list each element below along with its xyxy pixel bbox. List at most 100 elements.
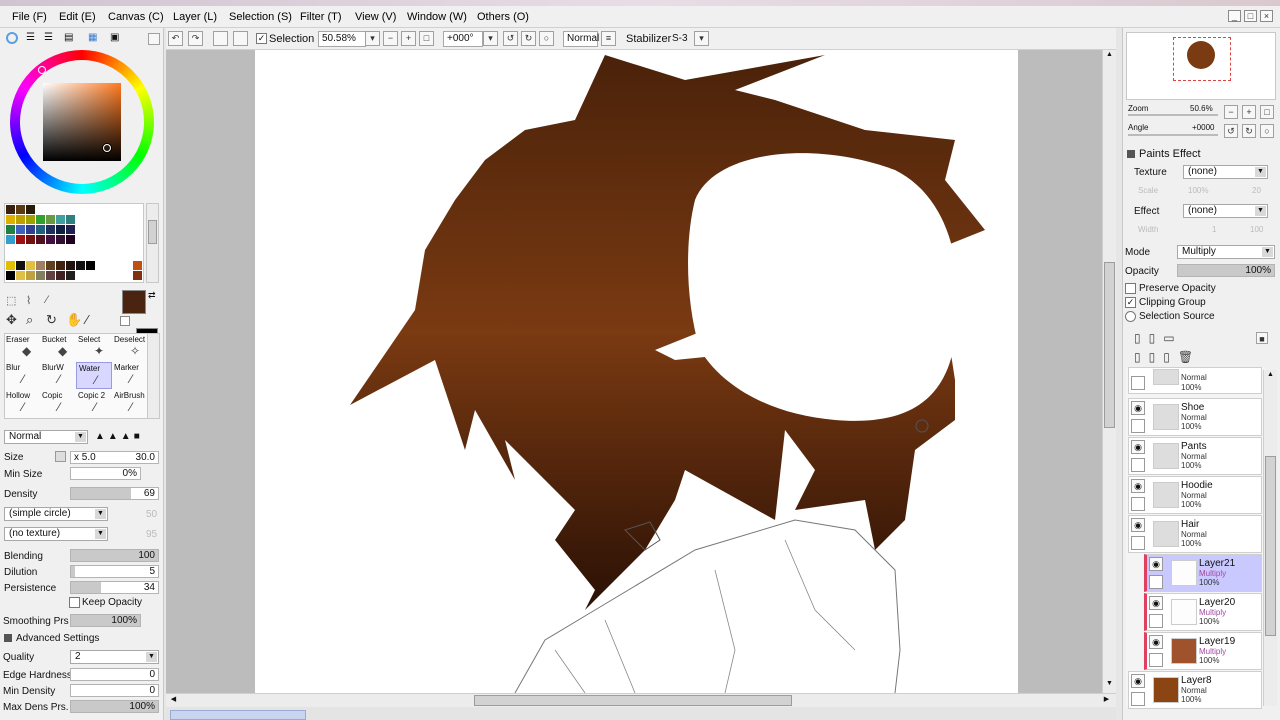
edge-hardness-slider[interactable]: 0 <box>70 668 159 681</box>
layer-scroll-thumb[interactable] <box>1265 456 1276 636</box>
clear-layer-icon[interactable]: ▯ <box>1163 350 1178 364</box>
tool-water[interactable]: Water ⁄ <box>76 362 112 389</box>
menu-selection[interactable]: Selection (S) <box>229 11 292 23</box>
quality-dropdown[interactable]: 2 ▼ <box>70 650 159 664</box>
scroll-up-icon[interactable]: ▲ <box>1104 51 1115 62</box>
magic-wand-icon[interactable]: ⁄ <box>46 294 48 306</box>
swatch-scrollbar[interactable] <box>146 203 159 283</box>
layer-lock-box[interactable] <box>1149 614 1163 628</box>
flip-icon[interactable]: ≡ <box>601 31 616 46</box>
visibility-eye-icon[interactable]: ◉ <box>1149 557 1163 571</box>
merge-down-icon[interactable]: ▯ <box>1149 350 1164 364</box>
dilution-slider[interactable]: 5 <box>70 565 159 578</box>
visibility-eye-icon[interactable]: ◉ <box>1131 479 1145 493</box>
menu-view[interactable]: View (V) <box>355 11 396 23</box>
swatch-tab-icon[interactable]: ▦ <box>88 32 97 43</box>
scroll-left-icon[interactable]: ◀ <box>168 695 179 706</box>
tool-copic-2[interactable]: Copic 2 ⁄ <box>76 390 112 417</box>
menu-filter[interactable]: Filter (T) <box>300 11 342 23</box>
layer-row[interactable]: Normal 100% <box>1128 367 1262 394</box>
nav-zoom-in-icon[interactable]: + <box>1242 105 1256 119</box>
layer-row[interactable]: ◉ Hair Normal 100% <box>1128 515 1262 553</box>
tool-blurw[interactable]: BlurW ⁄ <box>40 362 76 389</box>
move-icon[interactable]: ✥ <box>6 312 17 328</box>
menu-window[interactable]: Window (W) <box>407 11 467 23</box>
menu-others[interactable]: Others (O) <box>477 11 529 23</box>
tool-copic[interactable]: Copic ⁄ <box>40 390 76 417</box>
blending-slider[interactable]: 100 <box>70 549 159 562</box>
tool-hollow[interactable]: Hollow ⁄ <box>4 390 40 417</box>
stabilizer-dropdown-icon[interactable]: ▾ <box>694 31 709 46</box>
nav-zoom-slider[interactable] <box>1128 114 1218 116</box>
undo-icon[interactable]: ↶ <box>168 31 183 46</box>
zoom-out-icon[interactable]: − <box>383 31 398 46</box>
swap-colors-icon[interactable]: ⇄ <box>148 290 156 301</box>
close-icon[interactable]: × <box>1260 10 1273 22</box>
new-linework-layer-icon[interactable]: ▯ <box>1149 331 1164 345</box>
tool-grid-scrollbar[interactable] <box>147 333 160 419</box>
rotate-left-icon[interactable]: ↺ <box>503 31 518 46</box>
color-picker-marker[interactable] <box>103 144 111 152</box>
clipping-group-checkbox[interactable]: ✓ <box>1125 297 1136 308</box>
menu-canvas[interactable]: Canvas (C) <box>108 11 164 23</box>
zoom-dropdown-icon[interactable]: ▾ <box>365 31 380 46</box>
menu-layer[interactable]: Layer (L) <box>173 11 217 23</box>
zoom-reset-icon[interactable]: □ <box>419 31 434 46</box>
tool-eraser[interactable]: Eraser ◆ <box>4 334 40 361</box>
drawing-canvas[interactable] <box>255 50 1018 694</box>
tool-blur[interactable]: Blur ⁄ <box>4 362 40 389</box>
new-layer-icon[interactable]: ▯ <box>1134 331 1149 345</box>
panel-collapse-icon[interactable] <box>148 33 160 45</box>
new-folder-icon[interactable]: ▭ <box>1163 331 1182 345</box>
layer-lock-box[interactable] <box>1131 376 1145 390</box>
restore-icon[interactable]: □ <box>1244 10 1257 22</box>
visibility-eye-icon[interactable]: ◉ <box>1131 440 1145 454</box>
visibility-eye-icon[interactable]: ◉ <box>1131 518 1145 532</box>
keep-opacity-checkbox[interactable] <box>69 597 80 608</box>
zoom-tool-icon[interactable]: ⌕ <box>26 312 33 328</box>
color-wheel[interactable] <box>10 50 154 194</box>
brush-texture-dropdown[interactable]: (no texture) ▼ <box>4 527 108 541</box>
brush-shape-icons[interactable]: ▲▲▲■ <box>95 431 143 442</box>
brush-blend-dropdown[interactable]: Normal ▼ <box>4 430 88 444</box>
tool-bucket[interactable]: Bucket ◆ <box>40 334 76 361</box>
preserve-opacity-checkbox[interactable] <box>1125 283 1136 294</box>
visibility-eye-icon[interactable]: ◉ <box>1149 635 1163 649</box>
nav-zoom-out-icon[interactable]: − <box>1224 105 1238 119</box>
horizontal-scroll-thumb[interactable] <box>474 695 792 706</box>
minimize-icon[interactable]: _ <box>1228 10 1241 22</box>
color-wheel-tab-icon[interactable] <box>6 32 18 44</box>
persistence-slider[interactable]: 34 <box>70 581 159 594</box>
selection-source-radio[interactable] <box>1125 311 1136 322</box>
layer-lock-box[interactable] <box>1131 692 1145 706</box>
canvas-horizontal-scrollbar[interactable]: ◀ ▶ <box>166 693 1116 707</box>
primary-color[interactable] <box>122 290 146 314</box>
layer-mode-dropdown[interactable]: Multiply ▼ <box>1177 245 1275 259</box>
tool-select[interactable]: Select ✦ <box>76 334 112 361</box>
texture-dropdown[interactable]: (none) ▼ <box>1183 165 1268 179</box>
rotate-tool-icon[interactable]: ↻ <box>46 312 57 328</box>
layer-row[interactable]: ◉ Layer19 Multiply 100% <box>1144 632 1262 670</box>
menu-file[interactable]: File (F) <box>12 11 47 23</box>
rotate-right-icon[interactable]: ↻ <box>521 31 536 46</box>
layer-list-scrollbar[interactable]: ▲ <box>1263 370 1277 706</box>
layer-lock-box[interactable] <box>1131 497 1145 511</box>
vertical-scroll-thumb[interactable] <box>1104 262 1115 428</box>
nav-rotate-right-icon[interactable]: ↻ <box>1242 124 1256 138</box>
density-slider[interactable]: 69 <box>70 487 159 500</box>
visibility-eye-icon[interactable]: ◉ <box>1131 401 1145 415</box>
min-density-slider[interactable]: 0 <box>70 684 159 697</box>
paints-effect-collapse-icon[interactable] <box>1127 150 1135 158</box>
delete-layer-icon[interactable]: 🗑 <box>1178 350 1201 364</box>
color-box-tab-icon[interactable]: ▤ <box>64 32 73 43</box>
zoom-field[interactable]: 50.58% <box>318 31 366 47</box>
hand-tool-icon[interactable]: ✋ <box>66 312 82 328</box>
size-slider[interactable]: x 5.0 30.0 <box>70 451 159 464</box>
smoothing-slider[interactable]: 100% <box>70 614 141 627</box>
tool-airbrush[interactable]: AirBrush ⁄ <box>112 390 148 417</box>
blend-mode-field[interactable]: Normal <box>563 31 599 47</box>
copy-layer-icon[interactable]: ▯ <box>1134 350 1149 364</box>
hsv-slider-tab-icon[interactable]: ☰ <box>44 32 53 43</box>
scroll-right-icon[interactable]: ▶ <box>1101 695 1112 706</box>
layer-row[interactable]: ◉ Shoe Normal 100% <box>1128 398 1262 436</box>
